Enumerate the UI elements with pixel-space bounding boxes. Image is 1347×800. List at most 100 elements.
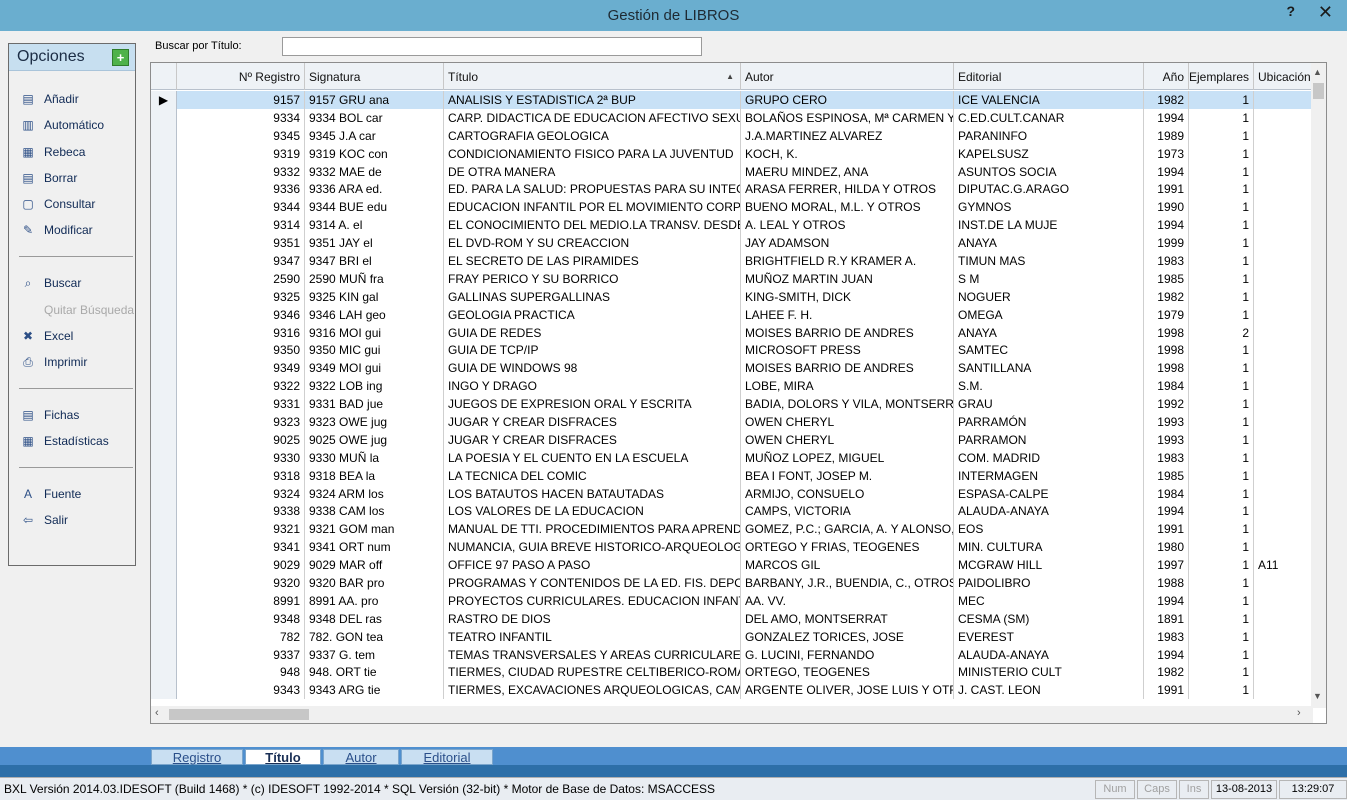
cell-a-o[interactable]: 1998	[1144, 359, 1189, 378]
cell-ejemplares[interactable]: 1	[1189, 574, 1254, 592]
row-indicator[interactable]	[151, 395, 177, 414]
cell-ubicaci-n[interactable]	[1254, 162, 1313, 181]
cell-ejemplares[interactable]: 1	[1189, 645, 1254, 664]
cell-ejemplares[interactable]: 1	[1189, 448, 1254, 467]
cell-a-o[interactable]: 1998	[1144, 323, 1189, 342]
cell-t-tulo[interactable]: GALLINAS SUPERGALLINAS	[444, 287, 741, 306]
table-row[interactable]: 9318 9318 BEA la LA TECNICA DEL COMIC BEA I…	[151, 466, 1313, 485]
cell-ubicaci-n[interactable]	[1254, 591, 1313, 610]
cell-editorial[interactable]: PARRAMON	[954, 430, 1144, 449]
cell-t-tulo[interactable]: JUGAR Y CREAR DISFRACES	[444, 430, 741, 449]
cell-t-tulo[interactable]: RASTRO DE DIOS	[444, 609, 741, 628]
cell-ubicaci-n[interactable]	[1254, 627, 1313, 646]
cell-autor[interactable]: MARCOS GIL	[741, 556, 954, 575]
column-header-7[interactable]: Ubicación	[1254, 63, 1313, 90]
cell-ejemplares[interactable]: 1	[1189, 609, 1254, 628]
cell-a-o[interactable]: 1982	[1144, 91, 1189, 109]
table-row[interactable]: 9322 9322 LOB ing INGO Y DRAGO LOBE, MIRA S.…	[151, 377, 1313, 396]
cell-autor[interactable]: G. LUCINI, FERNANDO	[741, 645, 954, 664]
cell-signatura[interactable]: 9319 KOC con	[305, 144, 444, 163]
row-indicator[interactable]	[151, 502, 177, 521]
cell-ejemplares[interactable]: 1	[1189, 430, 1254, 449]
cell-ubicaci-n[interactable]	[1254, 466, 1313, 485]
cell-signatura[interactable]: 9336 ARA ed.	[305, 180, 444, 199]
row-indicator[interactable]	[151, 448, 177, 467]
row-indicator[interactable]	[151, 627, 177, 646]
cell-ubicaci-n[interactable]	[1254, 269, 1313, 288]
cell-ejemplares[interactable]: 1	[1189, 341, 1254, 360]
cell-autor[interactable]: MICROSOFT PRESS	[741, 341, 954, 360]
cell-editorial[interactable]: COM. MADRID	[954, 448, 1144, 467]
tab-editorial[interactable]: Editorial	[401, 749, 493, 765]
cell-t-tulo[interactable]: PROGRAMAS Y CONTENIDOS DE LA ED. FIS. DE…	[444, 574, 741, 592]
cell-t-tulo[interactable]: JUGAR Y CREAR DISFRACES	[444, 413, 741, 431]
cell-ejemplares[interactable]: 1	[1189, 162, 1254, 181]
cell-a-o[interactable]: 1989	[1144, 126, 1189, 145]
cell-ejemplares[interactable]: 1	[1189, 538, 1254, 557]
cell-t-tulo[interactable]: CARP. DIDACTICA DE EDUCACION AFECTIVO SE…	[444, 108, 741, 127]
cell-editorial[interactable]: MINISTERIO CULT	[954, 663, 1144, 682]
cell-signatura[interactable]: 9345 J.A car	[305, 126, 444, 145]
cell-editorial[interactable]: ICE VALENCIA	[954, 91, 1144, 109]
cell-autor[interactable]: GRUPO CERO	[741, 91, 954, 109]
cell-ejemplares[interactable]: 1	[1189, 91, 1254, 109]
cell-ubicaci-n[interactable]	[1254, 198, 1313, 217]
cell-signatura[interactable]: 9349 MOI gui	[305, 359, 444, 378]
cell-editorial[interactable]: S.M.	[954, 377, 1144, 396]
cell-signatura[interactable]: 9337 G. tem	[305, 645, 444, 664]
cell-autor[interactable]: BARBANY, J.R., BUENDIA, C., OTROS	[741, 574, 954, 592]
cell-editorial[interactable]: ALAUDA-ANAYA	[954, 645, 1144, 664]
cell-n-registro[interactable]: 9319	[177, 144, 305, 163]
cell-autor[interactable]: OWEN CHERYL	[741, 430, 954, 449]
cell-signatura[interactable]: 9325 KIN gal	[305, 287, 444, 306]
cell-t-tulo[interactable]: LA POESIA Y EL CUENTO EN LA ESCUELA	[444, 448, 741, 467]
row-indicator[interactable]	[151, 591, 177, 610]
cell-a-o[interactable]: 1984	[1144, 484, 1189, 503]
row-indicator[interactable]	[151, 466, 177, 485]
cell-editorial[interactable]: DIPUTAC.G.ARAGO	[954, 180, 1144, 199]
cell-ubicaci-n[interactable]	[1254, 395, 1313, 414]
cell-autor[interactable]: OWEN CHERYL	[741, 413, 954, 431]
cell-editorial[interactable]: ANAYA	[954, 234, 1144, 253]
vertical-scrollbar[interactable]: ▲ ▼	[1311, 63, 1326, 708]
column-header-1[interactable]: Signatura	[305, 63, 444, 90]
cell-a-o[interactable]: 1994	[1144, 162, 1189, 181]
cell-ubicaci-n[interactable]: A11	[1254, 556, 1313, 575]
cell-ubicaci-n[interactable]	[1254, 287, 1313, 306]
column-header-4[interactable]: Editorial	[954, 63, 1144, 90]
table-row[interactable]: 9346 9346 LAH geo GEOLOGIA PRACTICA LAHEE F…	[151, 305, 1313, 324]
row-indicator[interactable]	[151, 484, 177, 503]
cell-a-o[interactable]: 1991	[1144, 180, 1189, 199]
option-borrar[interactable]: ▤ Borrar	[19, 168, 77, 188]
cell-a-o[interactable]: 1990	[1144, 198, 1189, 217]
cell-ubicaci-n[interactable]	[1254, 681, 1313, 700]
cell-t-tulo[interactable]: INGO Y DRAGO	[444, 377, 741, 396]
cell-autor[interactable]: MUÑOZ MARTIN JUAN	[741, 269, 954, 288]
cell-editorial[interactable]: SAMTEC	[954, 341, 1144, 360]
cell-autor[interactable]: KOCH, K.	[741, 144, 954, 163]
cell-t-tulo[interactable]: LOS VALORES DE LA EDUCACION	[444, 502, 741, 521]
cell-a-o[interactable]: 1983	[1144, 252, 1189, 270]
cell-ubicaci-n[interactable]	[1254, 108, 1313, 127]
cell-n-registro[interactable]: 9318	[177, 466, 305, 485]
option-consultar[interactable]: ▢ Consultar	[19, 194, 95, 214]
cell-a-o[interactable]: 1994	[1144, 216, 1189, 235]
cell-editorial[interactable]: EOS	[954, 520, 1144, 539]
cell-ubicaci-n[interactable]	[1254, 430, 1313, 449]
cell-ejemplares[interactable]: 1	[1189, 108, 1254, 127]
cell-a-o[interactable]: 1979	[1144, 305, 1189, 324]
cell-signatura[interactable]: 9318 BEA la	[305, 466, 444, 485]
column-header-0[interactable]: Nº Registro	[177, 63, 305, 90]
cell-ejemplares[interactable]: 2	[1189, 323, 1254, 342]
cell-a-o[interactable]: 1999	[1144, 234, 1189, 253]
tab-registro[interactable]: Registro	[151, 749, 243, 765]
cell-ejemplares[interactable]: 1	[1189, 287, 1254, 306]
cell-n-registro[interactable]: 9347	[177, 252, 305, 270]
cell-t-tulo[interactable]: EL SECRETO DE LAS PIRAMIDES	[444, 252, 741, 270]
cell-editorial[interactable]: NOGUER	[954, 287, 1144, 306]
row-indicator[interactable]	[151, 180, 177, 199]
cell-ejemplares[interactable]: 1	[1189, 520, 1254, 539]
scroll-up-icon[interactable]: ▲	[1313, 67, 1322, 77]
cell-editorial[interactable]: INTERMAGEN	[954, 466, 1144, 485]
cell-a-o[interactable]: 1993	[1144, 430, 1189, 449]
